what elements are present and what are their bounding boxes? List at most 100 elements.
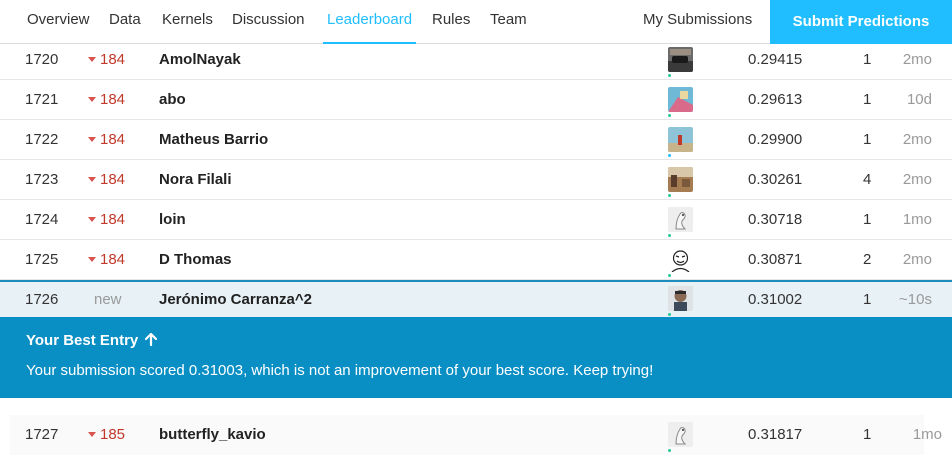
score: 0.31002 xyxy=(748,291,803,308)
rank-change-value: 184 xyxy=(100,131,126,148)
entries: 1 xyxy=(863,211,872,228)
member-dot-icon xyxy=(668,234,671,237)
submit-predictions-button[interactable]: Submit Predictions xyxy=(770,0,952,44)
spacer xyxy=(0,398,952,415)
team-name[interactable]: Nora Filali xyxy=(159,160,232,200)
rank-change-value: 184 xyxy=(100,51,126,68)
rank-change-value: 184 xyxy=(100,211,126,228)
rank-change: 184 xyxy=(88,40,125,80)
team-name[interactable]: Matheus Barrio xyxy=(159,120,268,160)
leaderboard-row[interactable]: 1724 184 loin 0.30718 1 1mo xyxy=(0,200,952,240)
team-name[interactable]: AmolNayak xyxy=(159,40,241,80)
entries: 1 xyxy=(863,51,872,68)
last-submission: 2mo xyxy=(902,251,932,268)
tab-kernels[interactable]: Kernels xyxy=(162,0,213,44)
rank: 1726 xyxy=(25,291,59,308)
tab-overview[interactable]: Overview xyxy=(27,0,90,44)
competition-nav: Overview Data Kernels Discussion Leaderb… xyxy=(0,0,952,44)
team-avatar[interactable] xyxy=(668,207,693,232)
banner-message: Your submission scored 0.31003, which is… xyxy=(26,362,654,379)
entries: 4 xyxy=(863,171,872,188)
last-submission: ~10s xyxy=(899,291,932,308)
banner-title-text: Your Best Entry xyxy=(26,332,139,349)
team-avatar[interactable] xyxy=(668,286,693,311)
score: 0.30718 xyxy=(748,211,803,228)
team-name[interactable]: abo xyxy=(159,80,186,120)
team-avatar[interactable] xyxy=(668,47,693,72)
leaderboard-row[interactable]: 1723 184 Nora Filali 0.30261 4 2mo xyxy=(0,160,952,200)
banner-title: Your Best Entry xyxy=(26,332,158,349)
leaderboard-row[interactable]: 1720 184 AmolNayak 0.29415 1 2mo xyxy=(0,40,952,80)
down-arrow-icon xyxy=(88,216,96,222)
tab-leaderboard[interactable]: Leaderboard xyxy=(323,0,417,44)
leaderboard-row[interactable]: 1725 184 D Thomas 0.30871 2 2mo xyxy=(0,240,952,280)
score: 0.30871 xyxy=(748,251,803,268)
last-submission: 2mo xyxy=(902,171,932,188)
leaderboard-row[interactable]: 1721 184 abo 0.29613 1 10d xyxy=(0,80,952,120)
rank-change: 184 xyxy=(88,240,125,280)
team-name[interactable]: Jerónimo Carranza^2 xyxy=(159,282,312,318)
team-avatar[interactable] xyxy=(668,247,693,272)
rank: 1724 xyxy=(25,211,59,228)
member-dot-icon xyxy=(668,274,671,277)
rank-change-value: 184 xyxy=(100,91,126,108)
last-submission: 2mo xyxy=(902,51,932,68)
team-avatar[interactable] xyxy=(668,87,693,112)
entries: 1 xyxy=(863,91,872,108)
score: 0.31817 xyxy=(748,426,803,443)
tab-data[interactable]: Data xyxy=(109,0,141,44)
rank-change: 184 xyxy=(88,80,125,120)
tab-rules[interactable]: Rules xyxy=(432,0,470,44)
score: 0.29415 xyxy=(748,51,803,68)
arrow-up-icon xyxy=(145,332,158,347)
last-submission: 1mo xyxy=(902,211,932,228)
leaderboard-row[interactable]: 1722 184 Matheus Barrio 0.29900 1 2mo xyxy=(0,120,952,160)
member-dot-icon xyxy=(668,154,671,157)
down-arrow-icon xyxy=(88,96,96,102)
down-arrow-icon xyxy=(88,256,96,262)
rank: 1723 xyxy=(25,171,59,188)
team-avatar[interactable] xyxy=(668,422,693,447)
score: 0.29900 xyxy=(748,131,803,148)
rank: 1722 xyxy=(25,131,59,148)
down-arrow-icon xyxy=(88,176,96,182)
tab-team[interactable]: Team xyxy=(490,0,527,44)
rank-change-new: new xyxy=(94,291,122,308)
rank: 1727 xyxy=(25,426,59,443)
rank-change-value: 185 xyxy=(100,426,126,443)
rank-change-value: 184 xyxy=(100,251,126,268)
down-arrow-icon xyxy=(88,431,96,437)
team-avatar[interactable] xyxy=(668,127,693,152)
rank: 1725 xyxy=(25,251,59,268)
rank: 1721 xyxy=(25,91,59,108)
down-arrow-icon xyxy=(88,136,96,142)
rank-change: 184 xyxy=(88,160,125,200)
tab-discussion[interactable]: Discussion xyxy=(232,0,305,44)
member-dot-icon xyxy=(668,114,671,117)
team-avatar[interactable] xyxy=(668,167,693,192)
down-arrow-icon xyxy=(88,56,96,62)
my-leaderboard-row[interactable]: 1726 new Jerónimo Carranza^2 0.31002 1 ~… xyxy=(0,280,952,318)
last-submission: 1mo xyxy=(912,426,942,443)
score: 0.29613 xyxy=(748,91,803,108)
score: 0.30261 xyxy=(748,171,803,188)
rank-change: 184 xyxy=(88,120,125,160)
last-submission: 2mo xyxy=(902,131,932,148)
member-dot-icon xyxy=(668,449,671,452)
entries: 2 xyxy=(863,251,872,268)
rank: 1720 xyxy=(25,51,59,68)
last-submission: 10d xyxy=(906,91,932,108)
best-entry-banner: Your Best Entry Your submission scored 0… xyxy=(0,317,952,398)
member-dot-icon xyxy=(668,194,671,197)
team-name[interactable]: loin xyxy=(159,200,186,240)
member-dot-icon xyxy=(668,74,671,77)
entries: 1 xyxy=(863,291,872,308)
my-submissions-link[interactable]: My Submissions xyxy=(643,0,752,44)
entries: 1 xyxy=(863,426,872,443)
team-name[interactable]: butterfly_kavio xyxy=(159,415,266,455)
rank-change-value: 184 xyxy=(100,171,126,188)
rank-change: 184 xyxy=(88,200,125,240)
member-dot-icon xyxy=(668,313,671,316)
team-name[interactable]: D Thomas xyxy=(159,240,232,280)
leaderboard-row[interactable]: 1727 185 butterfly_kavio 0.31817 1 1mo xyxy=(10,415,942,455)
